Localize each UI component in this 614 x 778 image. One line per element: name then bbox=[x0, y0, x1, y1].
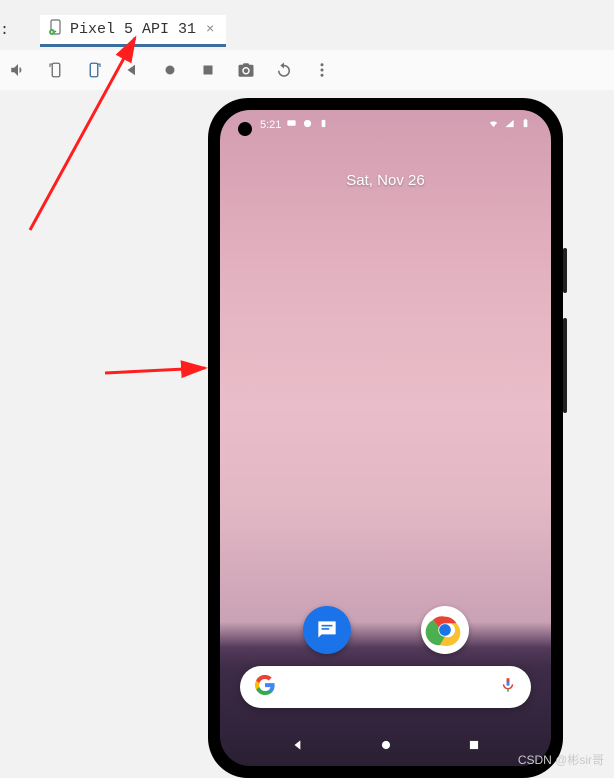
phone-volume-button[interactable] bbox=[563, 318, 567, 413]
settings-status-icon bbox=[302, 118, 313, 132]
dock bbox=[220, 606, 551, 654]
rotate-left-button[interactable] bbox=[46, 60, 66, 80]
watermark: CSDN @彬sir哥 bbox=[518, 751, 604, 768]
home-button-toolbar[interactable] bbox=[160, 60, 180, 80]
overview-button-toolbar[interactable] bbox=[198, 60, 218, 80]
tab-label: Pixel 5 API 31 bbox=[70, 21, 196, 38]
nav-overview-button[interactable] bbox=[465, 736, 483, 754]
emulator-tab[interactable]: Pixel 5 API 31 × bbox=[40, 15, 226, 47]
camera-hole bbox=[238, 122, 252, 136]
more-button[interactable] bbox=[312, 60, 332, 80]
status-time: 5:21 bbox=[260, 119, 281, 131]
nav-home-button[interactable] bbox=[377, 736, 395, 754]
volume-button[interactable] bbox=[8, 60, 28, 80]
phone-icon bbox=[48, 19, 64, 40]
nav-bar bbox=[220, 736, 551, 754]
mic-icon[interactable] bbox=[499, 676, 517, 699]
rotate-right-button[interactable] bbox=[84, 60, 104, 80]
phone-frame: 5:21 Sat, Nov 26 bbox=[208, 98, 563, 778]
phone-screen[interactable]: 5:21 Sat, Nov 26 bbox=[220, 110, 551, 766]
phone-status-bar: 5:21 bbox=[220, 110, 551, 132]
battery-icon bbox=[520, 118, 531, 132]
phone-date: Sat, Nov 26 bbox=[220, 172, 551, 189]
tab-close-button[interactable]: × bbox=[202, 22, 218, 38]
debug-status-icon bbox=[318, 118, 329, 132]
messages-app-icon[interactable] bbox=[303, 606, 351, 654]
back-button-toolbar[interactable] bbox=[122, 60, 142, 80]
phone-power-button[interactable] bbox=[563, 248, 567, 293]
wifi-icon bbox=[488, 118, 499, 132]
tab-bar: Pixel 5 API 31 × bbox=[40, 15, 226, 47]
signal-icon bbox=[504, 118, 515, 132]
nav-back-button[interactable] bbox=[289, 736, 307, 754]
emulator-area: 5:21 Sat, Nov 26 bbox=[0, 90, 614, 772]
panel-label-truncated: : bbox=[0, 22, 9, 39]
toolbar bbox=[0, 50, 614, 90]
screenshot-button[interactable] bbox=[236, 60, 256, 80]
google-g-icon bbox=[254, 674, 276, 701]
chrome-app-icon[interactable] bbox=[421, 606, 469, 654]
message-status-icon bbox=[286, 118, 297, 132]
search-bar[interactable] bbox=[240, 666, 531, 708]
replay-button[interactable] bbox=[274, 60, 294, 80]
